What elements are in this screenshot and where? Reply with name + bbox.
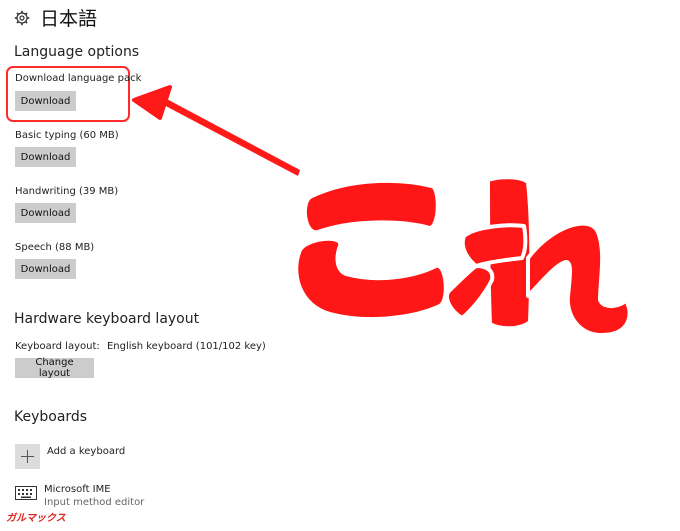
watermark-logo: ガルマックス <box>6 513 66 524</box>
annotation-text-kore <box>294 175 632 337</box>
settings-page: 日本語 Language options Download language p… <box>0 0 680 531</box>
